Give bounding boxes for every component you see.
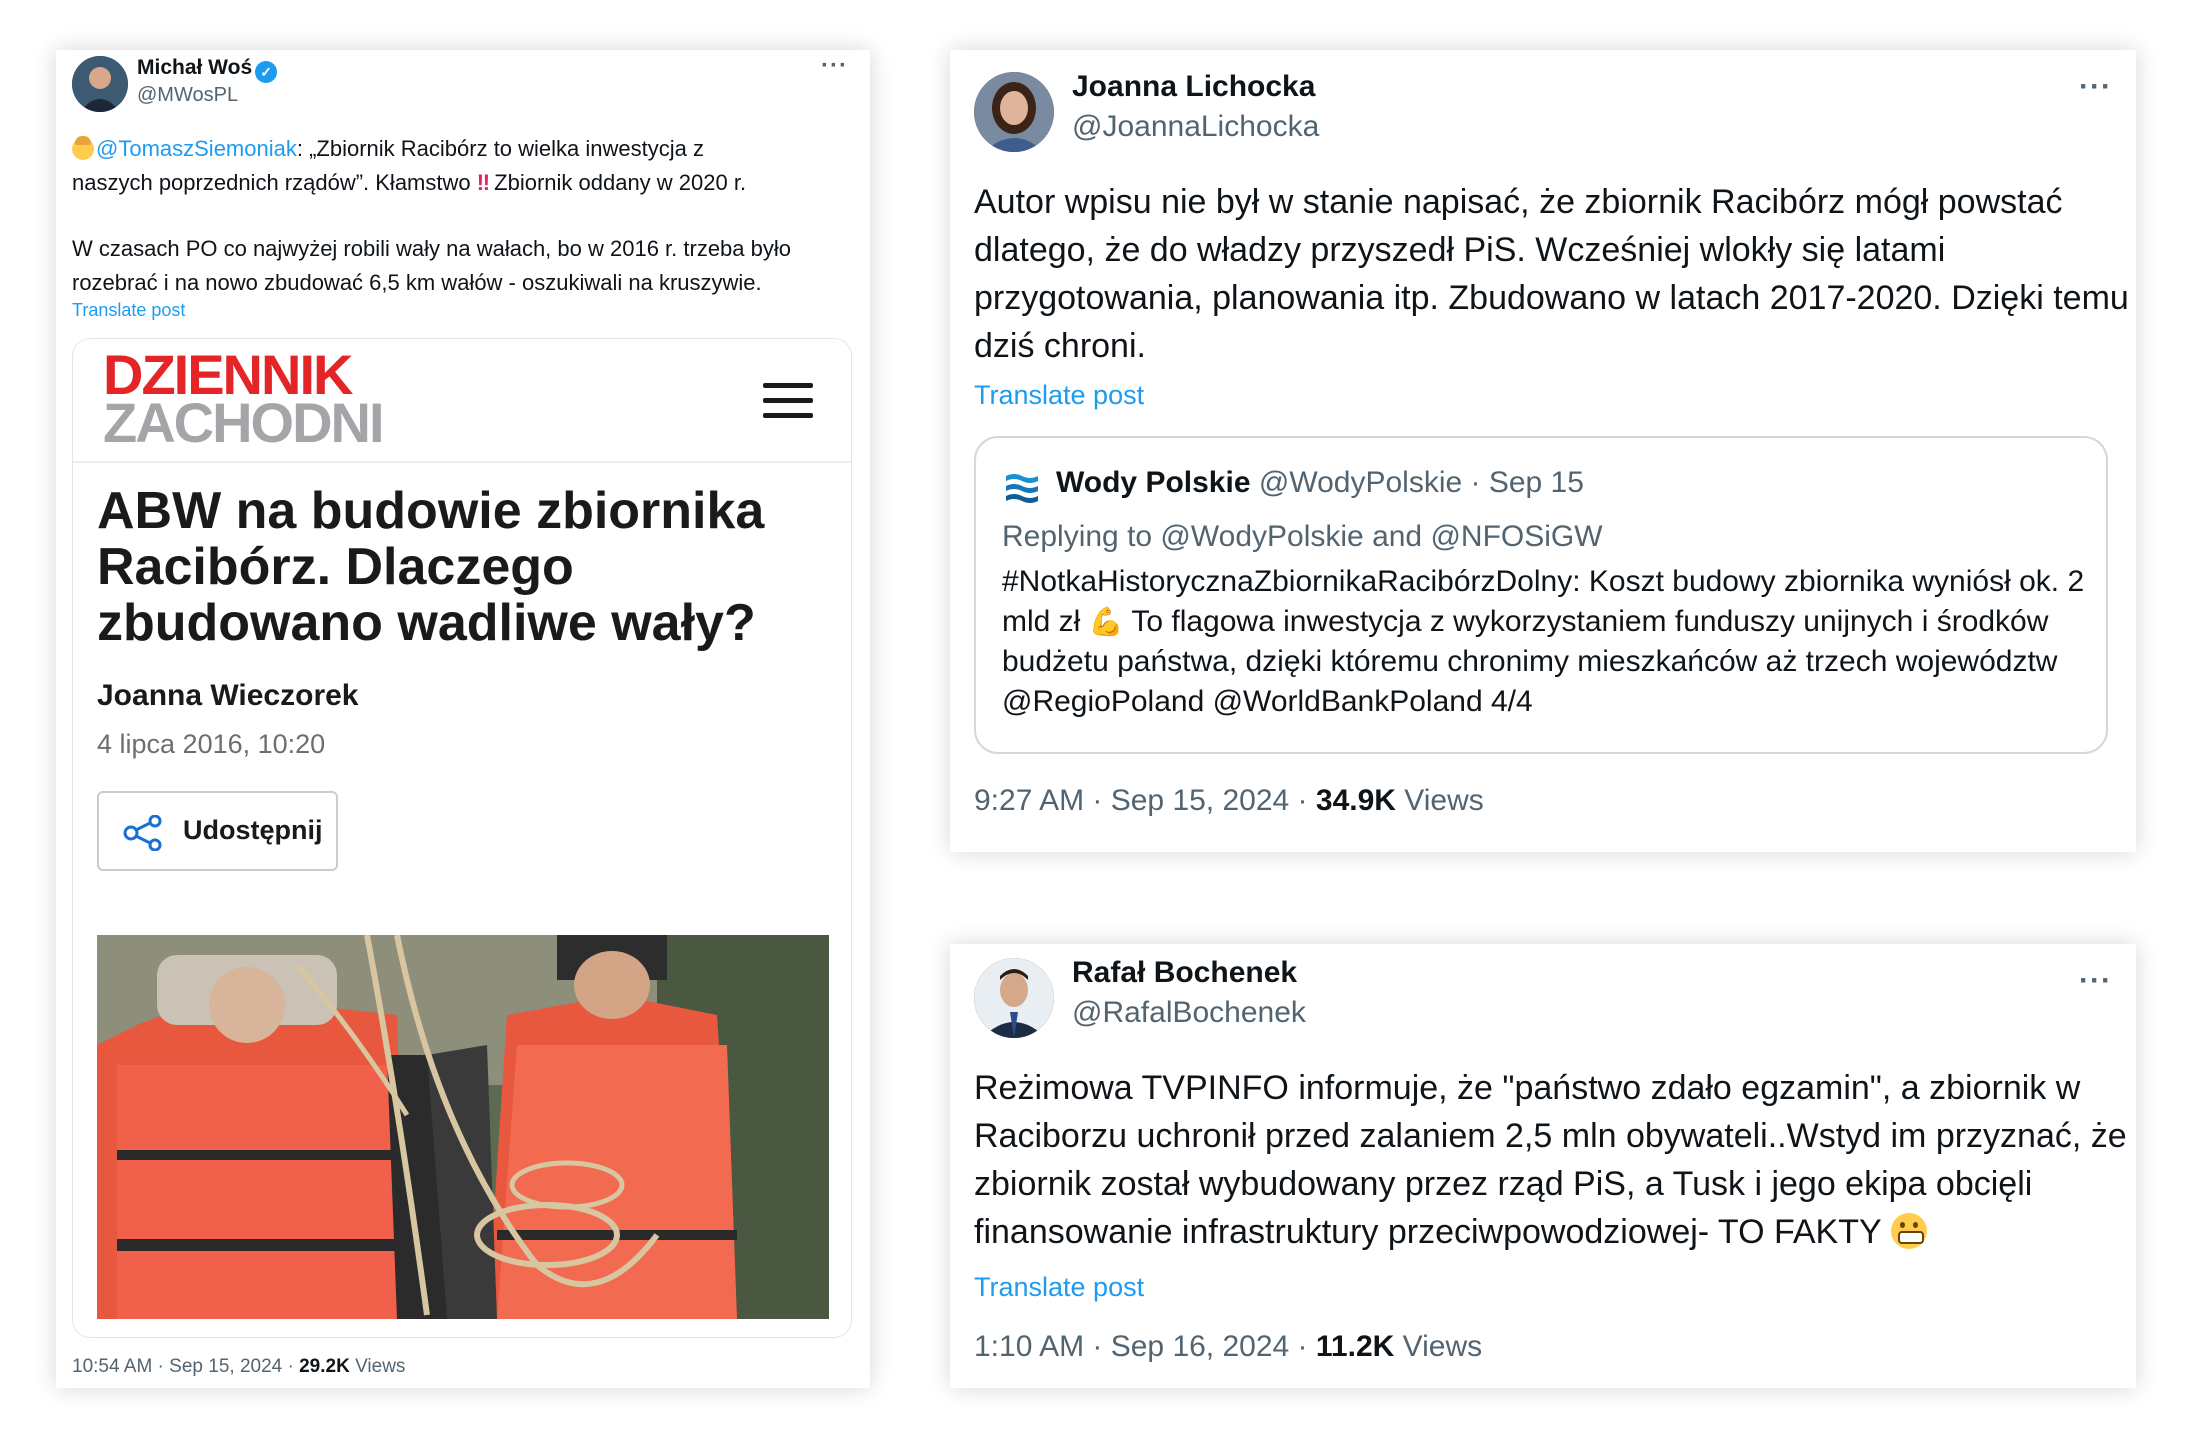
tweet-footer: 1:10 AM · Sep 16, 2024 · 11.2K Views bbox=[974, 1330, 1482, 1364]
tweet-text-body: Reżimowa TVPINFO informuje, że "państwo … bbox=[974, 1069, 2127, 1251]
views-count: 29.2K bbox=[299, 1356, 350, 1377]
share-label: Udostępnij bbox=[183, 815, 323, 845]
share-button[interactable]: Udostępnij bbox=[97, 791, 338, 871]
quoted-handle-date: @WodyPolskie · Sep 15 bbox=[1258, 466, 1584, 499]
article-date: 4 lipca 2016, 10:20 bbox=[97, 729, 326, 759]
author-handle[interactable]: @RafalBochenek bbox=[1072, 996, 1306, 1030]
tweet-text-line: : „Zbiornik Racibórz to wielka inwestycj… bbox=[296, 136, 704, 161]
replying-to: Replying to @WodyPolskie and @NFOSiGW bbox=[1002, 520, 1603, 553]
views-count: 11.2K bbox=[1315, 1330, 1395, 1363]
tweet-text-line: rozebrać i na nowo zbudować 6,5 km wałów… bbox=[72, 270, 762, 295]
hamburger-menu-icon[interactable] bbox=[763, 383, 813, 419]
tweet-text-line: naszych poprzednich rządów”. Kłamstwo bbox=[72, 170, 477, 195]
quoted-tweet[interactable]: Wody Polskie @WodyPolskie · Sep 15 Reply… bbox=[974, 436, 2108, 754]
author-name[interactable]: Michał Woś ✓ bbox=[137, 56, 278, 83]
translate-post-link[interactable]: Translate post bbox=[974, 1272, 1144, 1303]
wody-polskie-logo-icon bbox=[1006, 474, 1038, 503]
tweet-text: @TomaszSiemoniak: „Zbiornik Racibórz to … bbox=[72, 132, 862, 200]
article-header: DZIENNIK ZACHODNI bbox=[73, 339, 851, 463]
timestamp[interactable]: 9:27 AM · Sep 15, 2024 · bbox=[974, 784, 1316, 817]
author-handle[interactable]: @JoannaLichocka bbox=[1072, 110, 1319, 144]
article-author: Joanna Wieczorek bbox=[97, 679, 359, 712]
tweet-text-paragraph: W czasach PO co najwyżej robili wały na … bbox=[72, 232, 862, 300]
author-handle[interactable]: @MWosPL bbox=[137, 84, 238, 107]
tweet-card-rafal: Rafał Bochenek @RafalBochenek ··· Reżimo… bbox=[950, 944, 2136, 1388]
views-label: Views bbox=[1395, 784, 1484, 817]
article-card[interactable]: DZIENNIK ZACHODNI ABW na budowie zbiorni… bbox=[72, 338, 852, 1338]
double-exclamation-emoji: ‼ bbox=[476, 170, 490, 195]
tweet-footer: 10:54 AM · Sep 15, 2024 · 29.2K Views bbox=[72, 1356, 405, 1378]
tweet-text: Autor wpisu nie był w stanie napisać, że… bbox=[974, 183, 2129, 365]
more-options-icon[interactable]: ··· bbox=[821, 52, 848, 80]
timestamp[interactable]: 1:10 AM · Sep 16, 2024 · bbox=[974, 1330, 1316, 1363]
tweet-text: Reżimowa TVPINFO informuje, że "państwo … bbox=[974, 1064, 2134, 1256]
translate-post-link[interactable]: Translate post bbox=[72, 300, 185, 321]
tweet-footer: 9:27 AM · Sep 15, 2024 · 34.9K Views bbox=[974, 784, 1484, 818]
quoted-header: Wody Polskie @WodyPolskie · Sep 15 bbox=[1056, 466, 1584, 500]
tweet-card-joanna: Joanna Lichocka @JoannaLichocka ··· Auto… bbox=[950, 50, 2136, 852]
article-photo[interactable] bbox=[97, 935, 829, 1319]
article-title[interactable]: ABW na budowie zbiornika Racibórz. Dlacz… bbox=[97, 483, 837, 651]
avatar[interactable] bbox=[974, 958, 1054, 1038]
logo-zachodni: ZACHODNI bbox=[103, 391, 385, 454]
quoted-author-name[interactable]: Wody Polskie bbox=[1056, 466, 1251, 499]
translate-post-link[interactable]: Translate post bbox=[974, 380, 1144, 411]
author-name[interactable]: Joanna Lichocka bbox=[1072, 70, 1315, 104]
tweet-text-line: Zbiornik oddany w 2020 r. bbox=[488, 170, 747, 195]
timestamp[interactable]: 10:54 AM · Sep 15, 2024 · bbox=[72, 1356, 299, 1377]
views-count: 34.9K bbox=[1315, 784, 1396, 817]
author-name[interactable]: Rafał Bochenek bbox=[1072, 956, 1297, 990]
person-emoji-icon bbox=[72, 136, 94, 160]
mention-link[interactable]: @TomaszSiemoniak bbox=[96, 136, 297, 161]
grimacing-face-emoji-icon bbox=[1890, 1213, 1927, 1249]
more-options-icon[interactable]: ··· bbox=[2079, 70, 2112, 104]
more-options-icon[interactable]: ··· bbox=[2079, 964, 2112, 998]
views-label: Views bbox=[349, 1356, 406, 1377]
verified-badge-icon: ✓ bbox=[255, 61, 278, 83]
avatar[interactable] bbox=[974, 72, 1054, 152]
tweet-text-line: W czasach PO co najwyżej robili wały na … bbox=[72, 236, 791, 261]
flexed-biceps-emoji: 💪 bbox=[1088, 606, 1124, 637]
tweet-card-michal: Michał Woś ✓ @MWosPL ··· @TomaszSiemoniak… bbox=[56, 50, 870, 1388]
quoted-text-part: To flagowa inwestycja z wykorzystaniem f… bbox=[1002, 605, 2058, 718]
quoted-text: #NotkaHistorycznaZbiornikaRacibórzDolny:… bbox=[1002, 562, 2092, 722]
avatar[interactable] bbox=[72, 56, 128, 112]
views-label: Views bbox=[1394, 1330, 1483, 1363]
share-icon bbox=[123, 815, 162, 851]
